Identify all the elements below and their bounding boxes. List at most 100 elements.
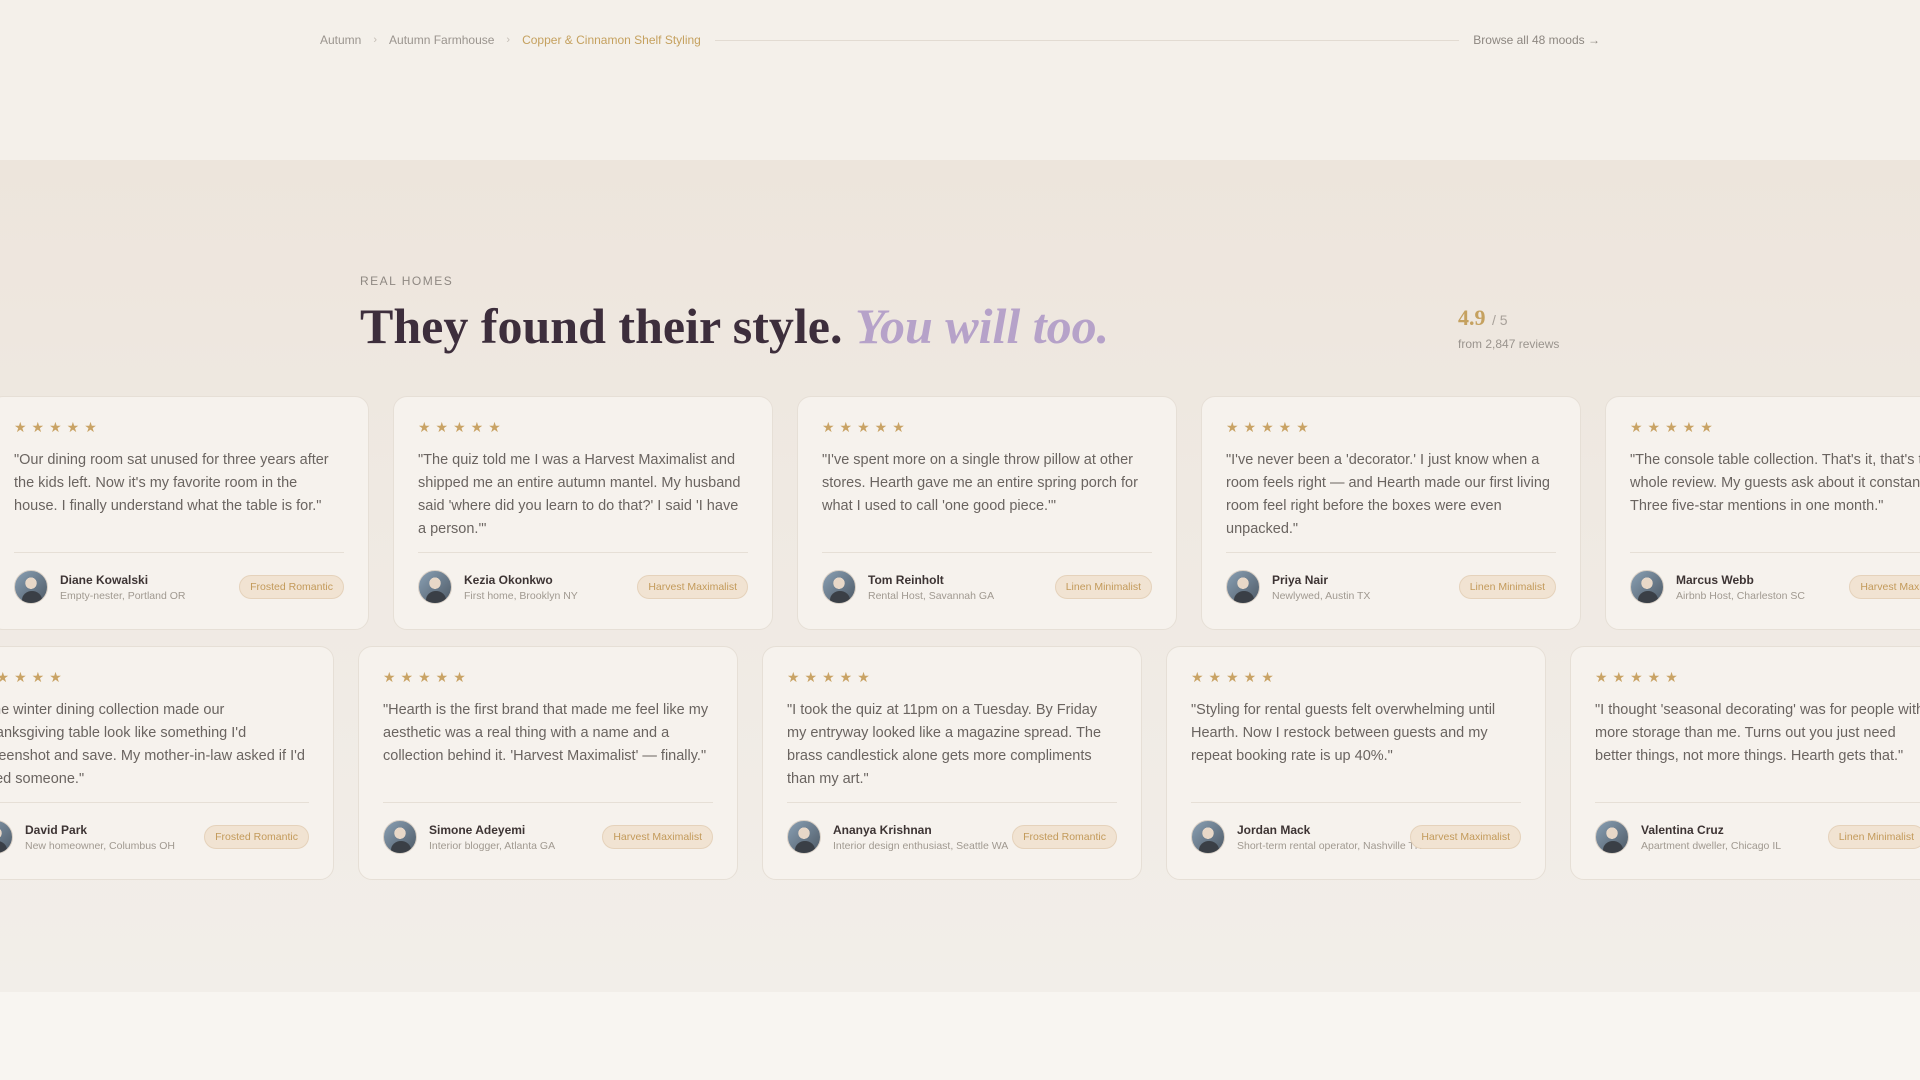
section-eyebrow: REAL HOMES <box>360 274 454 288</box>
star-rating-icon: ★★★★★ <box>383 669 471 685</box>
author-info: Marcus Webb Airbnb Host, Charleston SC <box>1676 573 1849 602</box>
card-divider <box>1226 552 1556 553</box>
breadcrumb-divider <box>714 39 1460 41</box>
chevron-right-icon: › <box>506 34 511 46</box>
testimonial-card: ★★★★★ "I took the quiz at 11pm on a Tues… <box>762 646 1142 880</box>
card-divider <box>1191 802 1521 803</box>
star-rating-icon: ★★★★★ <box>1226 419 1314 435</box>
avatar <box>822 570 856 604</box>
avatar <box>787 820 821 854</box>
author-name: Diane Kowalski <box>60 572 149 587</box>
testimonial-author: Ananya Krishnan Interior design enthusia… <box>787 819 1117 855</box>
style-tag[interactable]: Harvest Maximalist <box>602 825 713 849</box>
star-rating-icon: ★★★★★ <box>1630 419 1718 435</box>
card-divider <box>787 802 1117 803</box>
author-name: Tom Reinholt <box>868 572 944 587</box>
star-rating-icon: ★★★★★ <box>1595 669 1683 685</box>
author-role: Short-term rental operator, Nashville TN <box>1237 839 1423 852</box>
author-name: Simone Adeyemi <box>429 822 526 837</box>
author-info: Diane Kowalski Empty-nester, Portland OR <box>60 573 239 602</box>
author-role: Newlywed, Austin TX <box>1272 589 1371 602</box>
avatar <box>1595 820 1629 854</box>
rating-summary: 4.9 / 5 from 2,847 reviews <box>1458 305 1559 351</box>
breadcrumb-item-autumn[interactable]: Autumn <box>320 33 361 47</box>
testimonial-quote: "I took the quiz at 11pm on a Tuesday. B… <box>787 702 1102 787</box>
author-info: Jordan Mack Short-term rental operator, … <box>1237 822 1423 852</box>
card-divider <box>1630 552 1920 553</box>
testimonial-author: Simone Adeyemi Interior blogger, Atlanta… <box>383 819 713 855</box>
author-name: Marcus Webb <box>1676 572 1754 587</box>
style-tag[interactable]: Linen Minimalist <box>1458 575 1556 599</box>
star-rating-icon: ★★★★★ <box>0 669 67 685</box>
heading-main: They found their style. <box>360 298 843 354</box>
testimonial-card: ★★★★★ "I've never been a 'decorator.' I … <box>1201 396 1581 630</box>
author-info: David Park New homeowner, Columbus OH <box>25 823 204 852</box>
breadcrumb-item-current: Copper & Cinnamon Shelf Styling <box>522 33 701 47</box>
testimonial-quote: "I thought 'seasonal decorating' was for… <box>1595 702 1920 764</box>
testimonial-card: ★★★★★ "The console table collection. Tha… <box>1605 396 1920 630</box>
avatar <box>1191 820 1225 854</box>
author-role: Empty-nester, Portland OR <box>60 589 186 602</box>
author-name: Valentina Cruz <box>1641 822 1724 837</box>
testimonial-quote: "The quiz told me I was a Harvest Maxima… <box>418 452 741 537</box>
testimonial-card: ★★★★★ "Styling for rental guests felt ov… <box>1166 646 1546 880</box>
testimonial-author: Kezia Okonkwo First home, Brooklyn NY Ha… <box>418 569 748 605</box>
author-role: Apartment dweller, Chicago IL <box>1641 839 1782 852</box>
author-info: Kezia Okonkwo First home, Brooklyn NY <box>464 573 637 602</box>
style-tag[interactable]: Frosted Romantic <box>239 575 344 599</box>
style-tag[interactable]: Frosted Romantic <box>1012 825 1117 849</box>
style-tag[interactable]: Harvest Maximalist <box>1849 575 1920 599</box>
testimonial-author: David Park New homeowner, Columbus OH Fr… <box>0 819 309 855</box>
avatar <box>1630 570 1664 604</box>
author-name: Kezia Okonkwo <box>464 572 553 587</box>
star-rating-icon: ★★★★★ <box>1191 669 1279 685</box>
testimonial-card: ★★★★★ "Our dining room sat unused for th… <box>0 396 369 630</box>
avatar <box>0 820 13 854</box>
author-name: Ananya Krishnan <box>833 822 932 837</box>
breadcrumb-item-autumn-farmhouse[interactable]: Autumn Farmhouse <box>389 33 494 47</box>
section-heading: They found their style. You will too. <box>360 296 1109 356</box>
breadcrumb: Autumn › Autumn Farmhouse › Copper & Cin… <box>320 30 1600 50</box>
card-divider <box>418 552 748 553</box>
avatar <box>418 570 452 604</box>
author-role: Interior blogger, Atlanta GA <box>429 839 556 852</box>
author-role: First home, Brooklyn NY <box>464 589 578 602</box>
testimonial-author: Marcus Webb Airbnb Host, Charleston SC H… <box>1630 569 1920 605</box>
page-footer-area <box>0 992 1920 1080</box>
testimonial-quote: "The winter dining collection made our T… <box>0 702 305 787</box>
author-info: Simone Adeyemi Interior blogger, Atlanta… <box>429 823 602 852</box>
testimonial-author: Diane Kowalski Empty-nester, Portland OR… <box>14 569 344 605</box>
author-role: New homeowner, Columbus OH <box>25 839 175 852</box>
star-rating-icon: ★★★★★ <box>787 669 875 685</box>
card-divider <box>1595 802 1920 803</box>
style-tag[interactable]: Harvest Maximalist <box>1410 825 1521 849</box>
style-tag[interactable]: Linen Minimalist <box>1054 575 1152 599</box>
style-tag[interactable]: Harvest Maximalist <box>637 575 748 599</box>
heading-accent: You will too. <box>854 298 1110 354</box>
testimonial-quote: "Hearth is the first brand that made me … <box>383 702 709 764</box>
testimonial-author: Priya Nair Newlywed, Austin TX Linen Min… <box>1226 569 1556 605</box>
testimonial-quote: "I've never been a 'decorator.' I just k… <box>1226 452 1550 537</box>
testimonial-author: Tom Reinholt Rental Host, Savannah GA Li… <box>822 569 1152 605</box>
testimonial-quote: "The console table collection. That's it… <box>1630 452 1920 514</box>
testimonial-quote: "Styling for rental guests felt overwhel… <box>1191 702 1496 764</box>
card-divider <box>0 802 309 803</box>
style-tag[interactable]: Linen Minimalist <box>1827 825 1920 849</box>
star-rating-icon: ★★★★★ <box>14 419 102 435</box>
author-info: Priya Nair Newlywed, Austin TX <box>1272 573 1459 602</box>
chevron-right-icon: › <box>373 34 378 46</box>
avatar <box>1226 570 1260 604</box>
rating-count: from 2,847 reviews <box>1458 337 1560 351</box>
author-name: Jordan Mack <box>1237 822 1311 837</box>
author-name: David Park <box>25 822 88 837</box>
style-tag[interactable]: Frosted Romantic <box>204 825 309 849</box>
testimonial-card: ★★★★★ "The quiz told me I was a Harvest … <box>393 396 773 630</box>
author-name: Priya Nair <box>1272 572 1329 587</box>
card-divider <box>14 552 344 553</box>
author-info: Ananya Krishnan Interior design enthusia… <box>833 823 1012 852</box>
testimonial-author: Jordan Mack Short-term rental operator, … <box>1191 819 1521 855</box>
testimonial-author: Valentina Cruz Apartment dweller, Chicag… <box>1595 819 1920 855</box>
author-role: Interior design enthusiast, Seattle WA <box>833 839 1009 852</box>
browse-all-moods-link[interactable]: Browse all 48 moods → <box>1473 33 1600 47</box>
testimonials-section: REAL HOMES They found their style. You w… <box>0 160 1920 992</box>
